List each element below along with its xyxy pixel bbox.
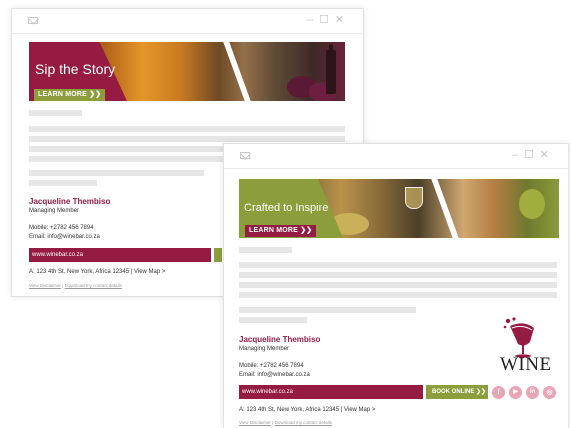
placeholder-line xyxy=(239,247,292,253)
disclaimer-link[interactable]: View Disclaimer xyxy=(29,283,61,288)
signature-role: Managing Member xyxy=(239,346,290,352)
email-banner[interactable]: Sip the Story LEARN MORE ❯❯ xyxy=(29,42,345,101)
banner-title: Crafted to Inspire xyxy=(244,202,329,214)
placeholder-line xyxy=(239,292,557,298)
placeholder-line xyxy=(29,180,97,186)
wine-bottle-image xyxy=(326,50,336,94)
placeholder-line xyxy=(29,156,223,162)
signature-address: A: 123 4th St, New York, Africa 12345 | … xyxy=(239,407,375,413)
linkedin-icon[interactable]: in xyxy=(526,386,539,399)
mobile-label: Mobile: xyxy=(29,225,49,231)
placeholder-line xyxy=(239,262,557,268)
minimize-icon[interactable]: – xyxy=(512,148,518,162)
grapes-image xyxy=(519,189,545,219)
signature-mobile: Mobile: +2782 456 7894 xyxy=(239,363,304,369)
email-link[interactable]: info@winebar.co.za xyxy=(47,234,99,240)
placeholder-line xyxy=(29,136,345,142)
youtube-icon[interactable]: ▶ xyxy=(509,386,522,399)
learn-more-button[interactable]: LEARN MORE ❯❯ xyxy=(34,89,106,101)
email-label: Email: xyxy=(239,372,256,378)
titlebar-divider xyxy=(224,168,568,169)
footer-separator: | xyxy=(62,283,64,288)
placeholder-line xyxy=(239,307,416,313)
placeholder-line xyxy=(29,126,345,132)
placeholder-line xyxy=(29,170,204,176)
email-link[interactable]: info@winebar.co.za xyxy=(257,372,309,378)
download-contact-link[interactable]: Download my contact details xyxy=(275,420,332,425)
website-link[interactable]: www.winebar.co.za xyxy=(239,385,423,399)
view-map-link[interactable]: View Map > xyxy=(344,407,375,413)
window-titlebar: – ☐ ✕ xyxy=(12,9,363,33)
mail-icon xyxy=(28,17,38,24)
footer-separator: | xyxy=(272,420,274,425)
signature-mobile: Mobile: +2782 456 7894 xyxy=(29,225,94,231)
signature-name: Jacqueline Thembiso xyxy=(29,197,111,206)
address-text: A: 123 4th St, New York, Africa 12345 xyxy=(29,269,130,275)
address-text: A: 123 4th St, New York, Africa 12345 xyxy=(239,407,340,413)
book-online-button[interactable]: BOOK ONLINE ❯❯ xyxy=(426,385,488,399)
window-titlebar: – ☐ ✕ xyxy=(224,144,568,168)
learn-more-button[interactable]: LEARN MORE ❯❯ xyxy=(245,225,317,237)
signature-email: Email: info@winebar.co.za xyxy=(29,234,100,240)
view-map-link[interactable]: View Map > xyxy=(134,269,165,275)
instagram-icon[interactable]: ◎ xyxy=(543,386,556,399)
email-banner[interactable]: Crafted to Inspire LEARN MORE ❯❯ xyxy=(239,179,559,238)
placeholder-line xyxy=(29,110,82,116)
placeholder-line xyxy=(239,317,307,323)
banner-title: Sip the Story xyxy=(35,61,116,77)
placeholder-line xyxy=(239,282,557,288)
disclaimer-link[interactable]: View Disclaimer xyxy=(239,420,271,425)
facebook-icon[interactable]: f xyxy=(492,386,505,399)
mail-icon xyxy=(240,152,250,159)
mobile-number[interactable]: +2782 456 7894 xyxy=(50,225,94,231)
email-window-front: – ☐ ✕ Crafted to Inspire LEARN MORE ❯❯ J… xyxy=(223,143,569,428)
maximize-icon[interactable]: ☐ xyxy=(524,148,534,162)
wine-bottle-neck xyxy=(329,44,333,54)
signature-email: Email: info@winebar.co.za xyxy=(239,372,310,378)
maximize-icon[interactable]: ☐ xyxy=(319,13,329,27)
placeholder-line xyxy=(29,146,223,152)
download-contact-link[interactable]: Download my contact details xyxy=(65,283,122,288)
minimize-icon[interactable]: – xyxy=(307,13,313,27)
book-online-button[interactable] xyxy=(214,248,222,262)
titlebar-divider xyxy=(12,33,363,34)
signature-address: A: 123 4th St, New York, Africa 12345 | … xyxy=(29,269,165,275)
logo-wordmark: WINE xyxy=(500,354,552,375)
website-link[interactable]: www.winebar.co.za xyxy=(29,248,211,262)
placeholder-line xyxy=(239,272,557,278)
address-separator: | xyxy=(340,407,343,413)
close-icon[interactable]: ✕ xyxy=(335,13,344,27)
mobile-number[interactable]: +2782 456 7894 xyxy=(260,363,304,369)
signature-footer: View Disclaimer | Download my contact de… xyxy=(239,420,332,425)
mobile-label: Mobile: xyxy=(239,363,259,369)
signature-footer: View Disclaimer | Download my contact de… xyxy=(29,283,122,288)
signature-name: Jacqueline Thembiso xyxy=(239,335,321,344)
close-icon[interactable]: ✕ xyxy=(540,148,549,162)
email-label: Email: xyxy=(29,234,46,240)
address-separator: | xyxy=(130,269,133,275)
wine-logo: WINE xyxy=(494,316,554,380)
signature-role: Managing Member xyxy=(29,208,80,214)
wine-glass-image xyxy=(405,187,423,209)
